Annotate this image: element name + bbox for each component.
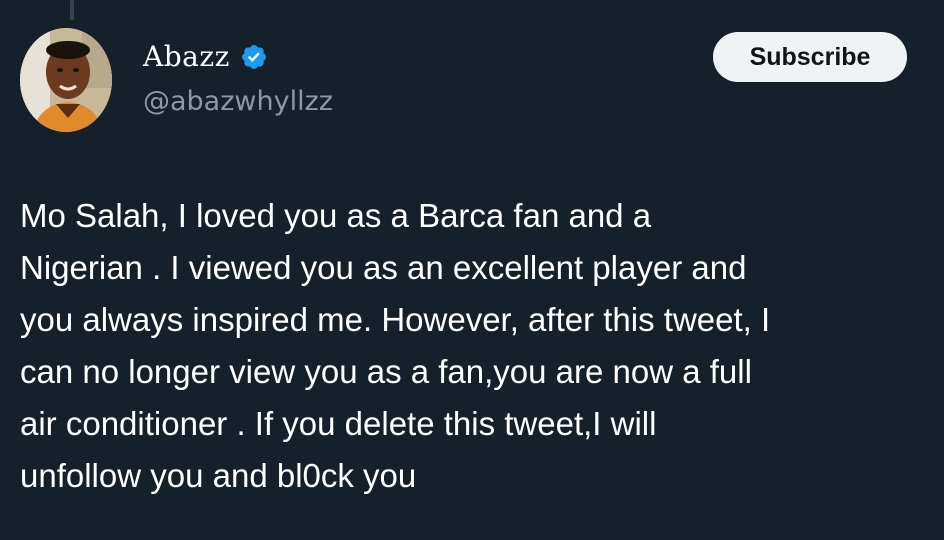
tweet-text-line: Mo Salah, I loved you as a Barca fan and… <box>20 197 652 234</box>
subscribe-button[interactable]: Subscribe <box>713 32 907 82</box>
tweet-text-line: you always inspired me. However, after t… <box>20 301 771 338</box>
avatar[interactable] <box>20 28 112 132</box>
tweet-body: Mo Salah, I loved you as a Barca fan and… <box>20 190 930 502</box>
tweet-text-line: can no longer view you as a fan,you are … <box>20 353 752 390</box>
tweet-text-line: unfollow you and bl0ck you <box>20 457 417 494</box>
author-name-row[interactable]: Abazz <box>143 40 268 73</box>
verified-badge-icon <box>240 43 268 71</box>
tweet-card: Abazz @abazwhyllzz Subscribe Mo Salah, I… <box>0 0 944 540</box>
author-display-name[interactable]: Abazz <box>143 40 230 73</box>
tweet-text-line: air conditioner . If you delete this twe… <box>20 405 657 442</box>
author-handle[interactable]: @abazwhyllzz <box>143 86 333 117</box>
thread-connector-line <box>70 0 74 20</box>
tweet-text-line: Nigerian . I viewed you as an excellent … <box>20 249 747 286</box>
